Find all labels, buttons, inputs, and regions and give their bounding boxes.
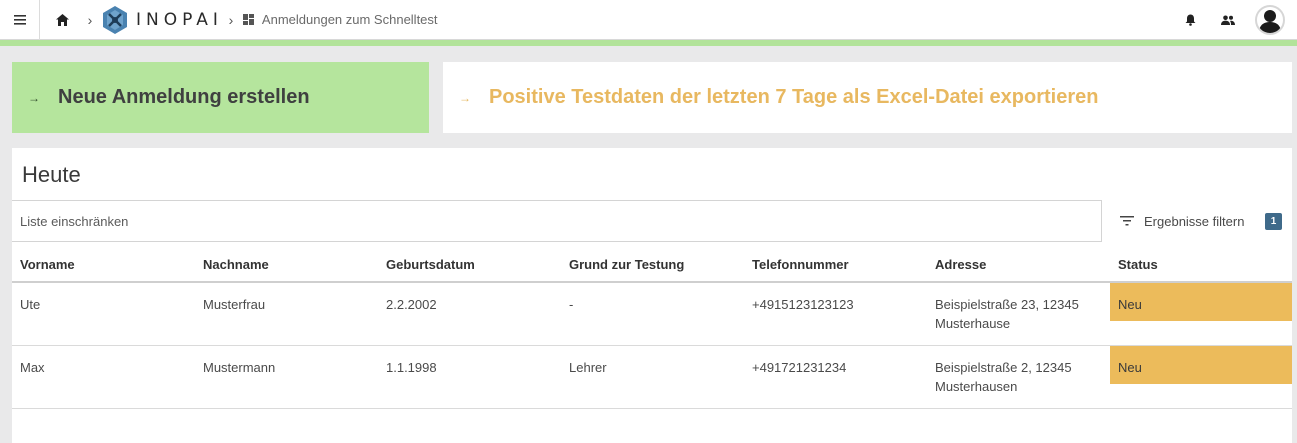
column-header[interactable]: Nachname bbox=[195, 248, 378, 283]
topbar-accent-line bbox=[0, 40, 1297, 46]
filter-icon bbox=[1120, 216, 1134, 226]
people-icon[interactable] bbox=[1209, 0, 1247, 40]
home-icon[interactable] bbox=[42, 0, 82, 40]
panel-title: Heute bbox=[22, 162, 81, 187]
cell-telefon: +491721231234 bbox=[744, 345, 927, 409]
column-header[interactable]: Telefonnummer bbox=[744, 248, 927, 283]
cell-status: Neu bbox=[1110, 282, 1292, 346]
hamburger-menu-icon[interactable] bbox=[0, 0, 40, 40]
column-header[interactable]: Geburtsdatum bbox=[378, 248, 561, 283]
cell-geburtsdatum: 1.1.1998 bbox=[378, 345, 561, 409]
bell-icon[interactable] bbox=[1171, 0, 1209, 40]
status-badge: Neu bbox=[1110, 345, 1292, 384]
breadcrumb-label: Anmeldungen zum Schnelltest bbox=[261, 12, 438, 27]
cell-grund: - bbox=[561, 282, 744, 346]
address-line: Musterhause bbox=[935, 316, 1011, 331]
cell-adresse: Beispielstraße 23, 12345 Musterhause bbox=[927, 282, 1110, 346]
filter-results-label: Ergebnisse filtern bbox=[1144, 213, 1245, 229]
today-panel: Heute Ergebnisse filtern 1 Vorname Nachn… bbox=[12, 148, 1292, 443]
logo[interactable]: INOPAI bbox=[100, 5, 223, 35]
table-row[interactable]: Max Mustermann 1.1.1998 Lehrer +49172123… bbox=[12, 345, 1292, 409]
column-header[interactable]: Grund zur Testung bbox=[561, 248, 744, 283]
top-bar: › INOPAI › Anmeldungen zum Schnelltest bbox=[0, 0, 1297, 40]
dashboard-grid-icon bbox=[242, 14, 254, 25]
address-line: Beispielstraße 23, 12345 bbox=[935, 297, 1079, 312]
address-line: Beispielstraße 2, 12345 bbox=[935, 359, 1072, 375]
table-row[interactable]: Ute Musterfrau 2.2.2002 - +4915123123123… bbox=[12, 282, 1292, 346]
cell-nachname: Mustermann bbox=[195, 345, 378, 409]
breadcrumb[interactable]: Anmeldungen zum Schnelltest bbox=[242, 12, 438, 27]
cell-telefon: +4915123123123 bbox=[744, 282, 927, 346]
column-header[interactable]: Vorname bbox=[12, 248, 195, 283]
filter-count-badge: 1 bbox=[1265, 213, 1282, 230]
cell-nachname: Musterfrau bbox=[195, 282, 378, 346]
cell-adresse: Beispielstraße 2, 12345 Musterhausen bbox=[927, 345, 1110, 409]
registrations-table: Vorname Nachname Geburtsdatum Grund zur … bbox=[12, 248, 1292, 409]
new-registration-label: Neue Anmeldung erstellen bbox=[58, 86, 310, 108]
cell-vorname: Max bbox=[12, 345, 195, 409]
cell-geburtsdatum: 2.2.2002 bbox=[378, 282, 561, 346]
arrow-right-icon: → bbox=[28, 90, 40, 105]
address-line: Musterhausen bbox=[935, 378, 1018, 394]
logo-mark-icon bbox=[103, 5, 127, 34]
table-header-row: Vorname Nachname Geburtsdatum Grund zur … bbox=[12, 248, 1292, 283]
arrow-right-icon: → bbox=[459, 90, 471, 105]
status-badge: Neu bbox=[1110, 283, 1292, 321]
filter-results-button[interactable]: Ergebnisse filtern bbox=[1120, 210, 1244, 232]
export-excel-button[interactable]: → Positive Testdaten der letzten 7 Tage … bbox=[443, 62, 1292, 133]
user-avatar-icon[interactable] bbox=[1255, 5, 1285, 35]
column-header[interactable]: Status bbox=[1110, 248, 1292, 283]
breadcrumb-separator-icon: › bbox=[87, 11, 93, 28]
new-registration-button[interactable]: → Neue Anmeldung erstellen bbox=[12, 62, 429, 133]
cell-grund: Lehrer bbox=[561, 345, 744, 409]
export-excel-label: Positive Testdaten der letzten 7 Tage al… bbox=[489, 86, 1099, 108]
cell-status: Neu bbox=[1110, 345, 1292, 409]
column-header[interactable]: Adresse bbox=[927, 248, 1110, 283]
list-filter-input[interactable] bbox=[12, 200, 1102, 242]
breadcrumb-separator-icon: › bbox=[228, 11, 234, 28]
cell-vorname: Ute bbox=[12, 282, 195, 346]
logo-text: INOPAI bbox=[136, 9, 223, 30]
